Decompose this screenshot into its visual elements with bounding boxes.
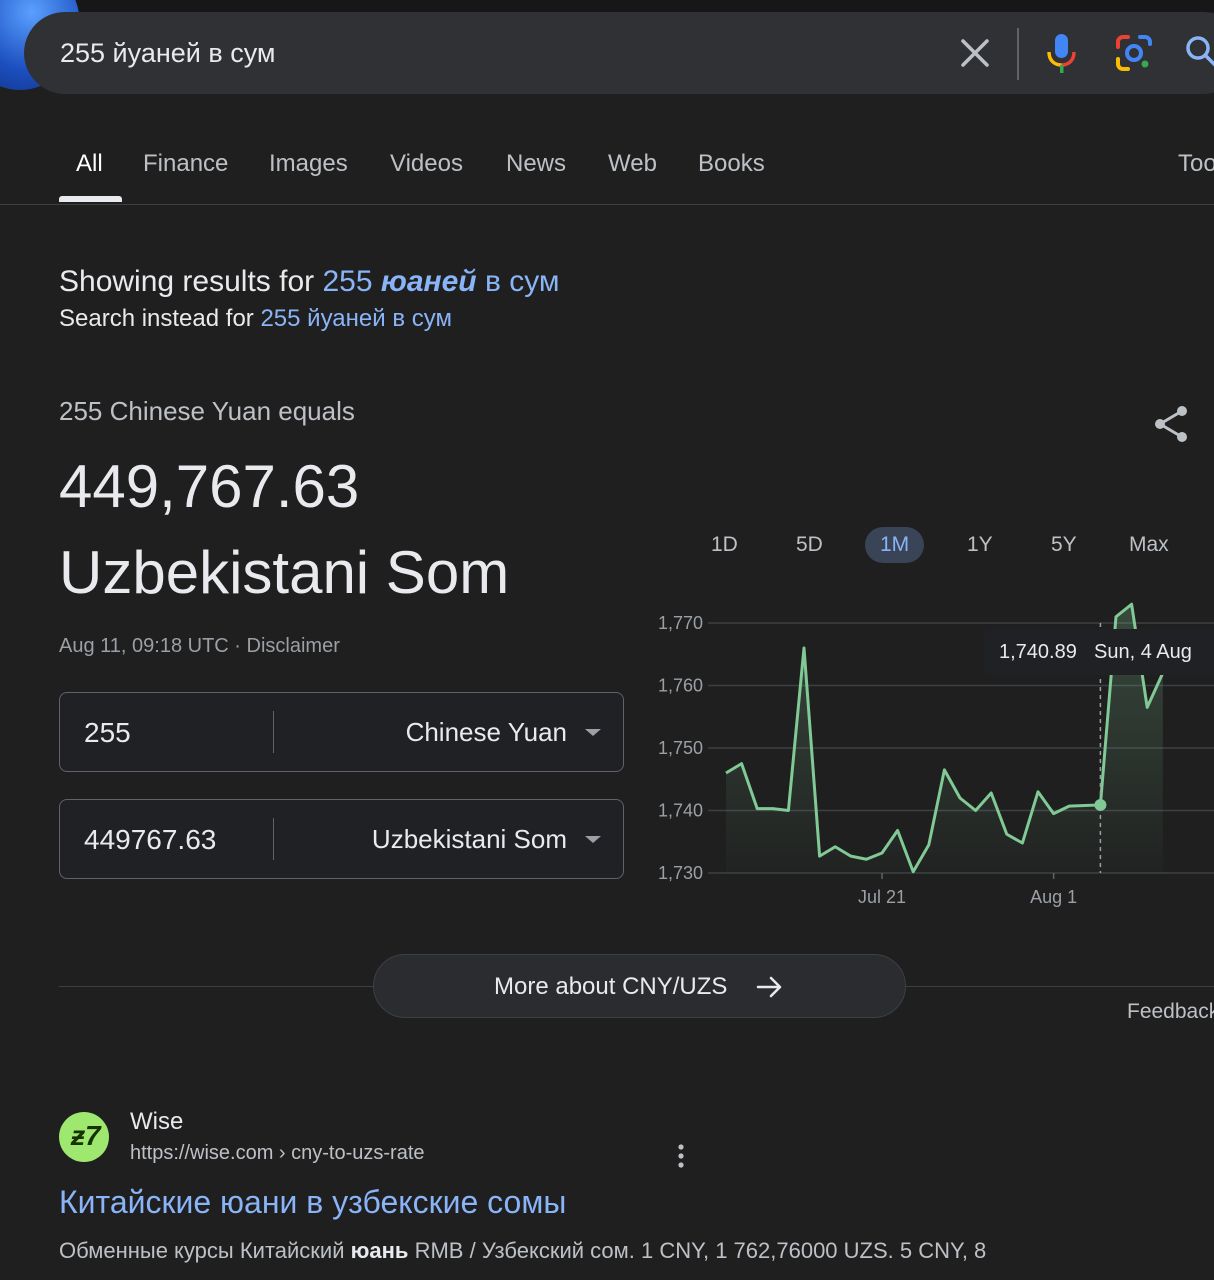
- x-tick-label: Jul 21: [858, 887, 906, 907]
- active-tab-indicator: [59, 196, 122, 202]
- range-max[interactable]: Max: [1114, 527, 1184, 563]
- chevron-down-icon[interactable]: [585, 729, 601, 736]
- from-amount-input[interactable]: 255: [84, 717, 131, 749]
- browser-top-strip: [0, 0, 1214, 12]
- y-tick-label: 1,750: [658, 738, 703, 758]
- more-options-icon[interactable]: [674, 1142, 688, 1170]
- y-tick-label: 1,730: [658, 863, 703, 883]
- microphone-icon[interactable]: [1044, 32, 1080, 74]
- tab-videos[interactable]: Videos: [390, 150, 463, 178]
- converted-value: 449,767.63: [59, 453, 360, 520]
- share-icon[interactable]: [1152, 404, 1190, 444]
- highlighted-point: [1094, 798, 1107, 811]
- y-tick-label: 1,770: [658, 613, 703, 633]
- to-amount-input[interactable]: 449767.63: [84, 824, 216, 856]
- result-snippet: Обменные курсы Китайский юань RMB / Узбе…: [59, 1238, 987, 1263]
- result-url[interactable]: https://wise.com › cny-to-uzs-rate: [130, 1142, 425, 1165]
- from-currency-select[interactable]: Chinese Yuan: [406, 717, 567, 748]
- search-instead: Search instead for 255 йуаней в сум: [59, 305, 452, 333]
- search-icon[interactable]: [1184, 34, 1214, 70]
- spelling-correction: Showing results for 255 юаней в сум: [59, 265, 560, 299]
- to-currency-field[interactable]: 449767.63 Uzbekistani Som: [59, 799, 624, 879]
- range-1m[interactable]: 1M: [865, 527, 925, 563]
- instead-prefix: Search instead for: [59, 305, 254, 332]
- search-input[interactable]: 255 йуаней в сум: [60, 38, 275, 69]
- rate-timestamp: Aug 11, 09:18 UTC · Disclaimer: [59, 635, 340, 657]
- search-tabs: All Finance Images Videos News Web Books…: [0, 140, 1214, 205]
- tab-all[interactable]: All: [76, 150, 103, 178]
- showing-prefix: Showing results for: [59, 265, 315, 298]
- x-tick-label: Aug 1: [1030, 887, 1077, 907]
- more-about-button[interactable]: More about CNY/UZS: [373, 954, 906, 1018]
- tooltip-date: Sun, 4 Aug: [1094, 641, 1192, 663]
- converted-currency: Uzbekistani Som: [59, 539, 510, 606]
- clear-icon[interactable]: [958, 36, 992, 70]
- tab-images[interactable]: Images: [269, 150, 348, 178]
- arrow-right-icon: [756, 976, 782, 998]
- range-1d[interactable]: 1D: [696, 527, 753, 563]
- conversion-label: 255 Chinese Yuan equals: [59, 396, 355, 426]
- search-divider: [1017, 28, 1019, 80]
- feedback-link[interactable]: Feedback: [1127, 1000, 1214, 1024]
- disclaimer-link[interactable]: Disclaimer: [247, 635, 340, 657]
- result-title-link[interactable]: Китайские юани в узбекские сомы: [59, 1184, 566, 1221]
- range-1y[interactable]: 1Y: [952, 527, 1008, 563]
- to-currency-select[interactable]: Uzbekistani Som: [372, 824, 567, 855]
- tab-news[interactable]: News: [506, 150, 566, 178]
- tab-web[interactable]: Web: [608, 150, 657, 178]
- tooltip-value: 1,740.89: [999, 641, 1077, 663]
- google-lens-icon[interactable]: [1114, 33, 1154, 73]
- wise-logo[interactable]: ƶ7: [59, 1112, 109, 1162]
- chevron-down-icon[interactable]: [585, 836, 601, 843]
- from-currency-field[interactable]: 255 Chinese Yuan: [59, 692, 624, 772]
- range-5d[interactable]: 5D: [781, 527, 838, 563]
- y-tick-label: 1,740: [658, 801, 703, 821]
- range-5y[interactable]: 5Y: [1036, 527, 1092, 563]
- tab-books[interactable]: Books: [698, 150, 765, 178]
- original-query-link[interactable]: 255 йуаней в сум: [260, 305, 452, 332]
- tab-finance[interactable]: Finance: [143, 150, 228, 178]
- corrected-query-link[interactable]: 255 юаней в сум: [322, 265, 559, 298]
- chart-tooltip: 1,740.89 Sun, 4 Aug: [984, 629, 1214, 675]
- result-site-name[interactable]: Wise: [130, 1108, 183, 1136]
- tab-tools[interactable]: Too: [1178, 150, 1214, 178]
- y-tick-label: 1,760: [658, 676, 703, 696]
